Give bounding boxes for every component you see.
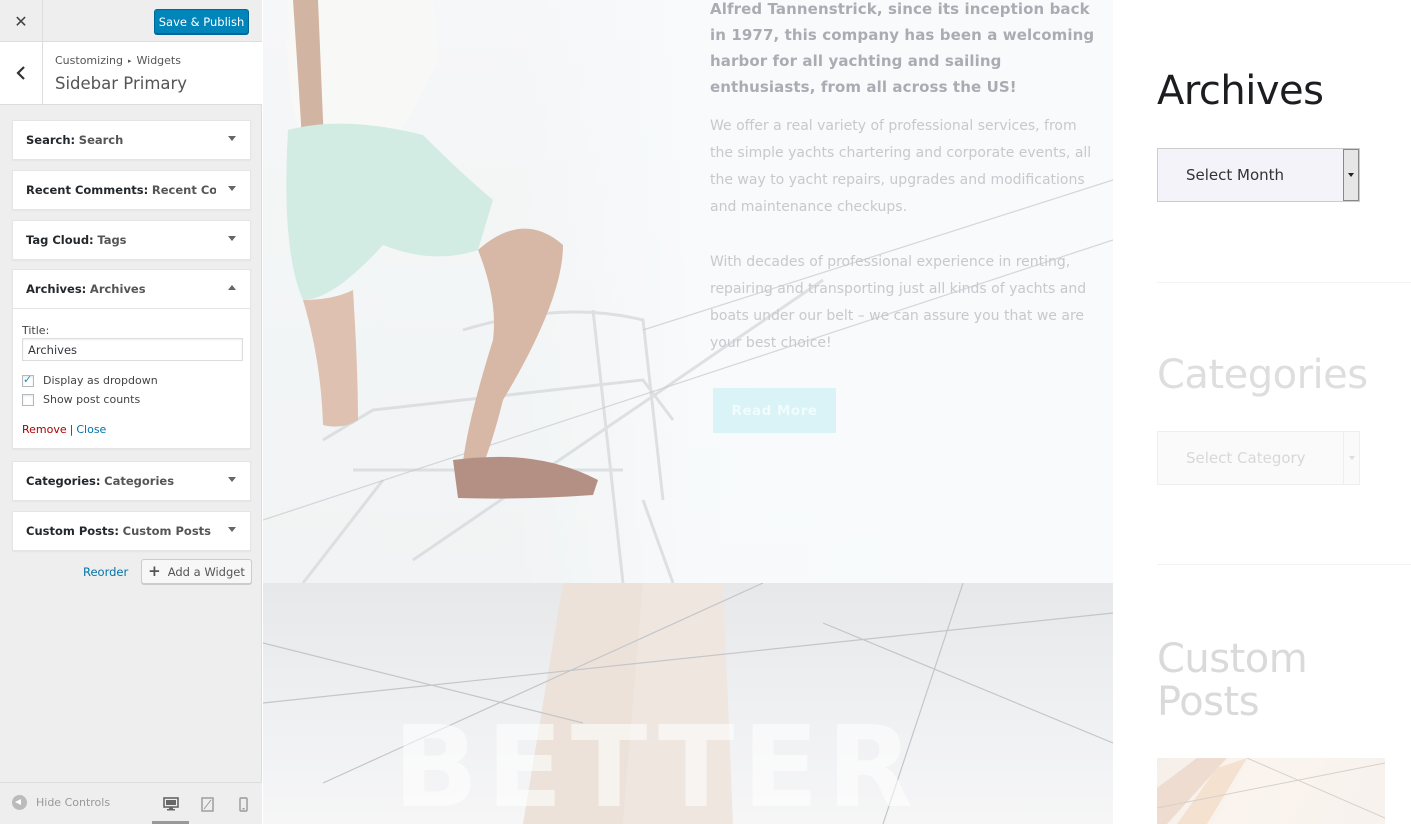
close-link[interactable]: Close — [76, 423, 106, 436]
widget-name: Recent Com... — [151, 183, 216, 197]
plus-icon: + — [148, 562, 161, 580]
categories-heading: Categories — [1157, 352, 1368, 398]
chevron-left-icon — [16, 66, 25, 80]
sidebar-divider — [1157, 564, 1411, 565]
close-customizer-button[interactable]: ✕ — [0, 0, 43, 42]
tablet-preview-button[interactable] — [196, 793, 218, 815]
widget-type: Search: — [26, 133, 76, 147]
widget-name: Tags — [97, 233, 127, 247]
hide-controls-label: Hide Controls — [36, 796, 111, 809]
month-select[interactable]: Select Month — [1157, 148, 1360, 202]
expand-arrow-icon[interactable] — [228, 136, 236, 141]
widget-title: Custom Posts: Custom Posts — [26, 524, 216, 538]
archives-widget-form: Title: Display as dropdown Show post cou… — [13, 308, 250, 449]
widget-type: Recent Comments: — [26, 183, 149, 197]
display-dropdown-row: Display as dropdown — [22, 373, 241, 388]
custom-post-thumbnail[interactable] — [1157, 758, 1385, 824]
desktop-preview-button[interactable] — [160, 793, 182, 815]
widget-header[interactable]: Custom Posts: Custom Posts — [13, 512, 250, 550]
dropdown-arrow-icon — [1343, 432, 1359, 484]
preview-sidebar: Archives Select Month Categories Select … — [1113, 0, 1411, 824]
sail-thumbnail-image — [1157, 758, 1385, 824]
title-input[interactable] — [22, 338, 243, 361]
archives-heading: Archives — [1157, 68, 1324, 114]
show-counts-row: Show post counts — [22, 392, 241, 407]
expand-arrow-icon[interactable] — [228, 527, 236, 532]
add-widget-label: Add a Widget — [167, 564, 245, 579]
hero-text-block: Alfred Tannenstrick, since its inception… — [710, 0, 1100, 357]
tablet-icon — [200, 796, 214, 812]
month-select-value: Select Month — [1186, 166, 1285, 184]
category-select-value: Select Category — [1186, 449, 1306, 467]
widget-title: Recent Comments: Recent Com... — [26, 183, 216, 197]
display-dropdown-label: Display as dropdown — [43, 374, 158, 387]
widget-type: Custom Posts: — [26, 524, 119, 538]
section-header: Customizing ▸ Widgets Sidebar Primary — [0, 42, 262, 105]
hero-paragraph: With decades of professional experience … — [710, 254, 1087, 351]
add-widget-button[interactable]: + Add a Widget — [141, 559, 252, 584]
widget-title: Categories: Categories — [26, 474, 216, 488]
remove-link[interactable]: Remove — [22, 423, 67, 436]
site-preview: Alfred Tannenstrick, since its inception… — [263, 0, 1411, 824]
reorder-link[interactable]: Reorder — [83, 565, 128, 579]
back-button[interactable] — [0, 42, 43, 104]
mobile-preview-button[interactable] — [232, 793, 254, 815]
mobile-icon — [238, 796, 248, 812]
title-label: Title: — [22, 324, 50, 337]
save-publish-button[interactable]: Save & Publish — [154, 9, 249, 34]
read-more-button[interactable]: Read More — [713, 388, 836, 433]
widget-recent-comments: Recent Comments: Recent Com... — [12, 170, 251, 210]
hero-lead-text: Alfred Tannenstrick, since its inception… — [710, 0, 1095, 96]
widget-archives: Archives: Archives Title: Display as dro… — [12, 269, 251, 449]
widget-title: Tag Cloud: Tags — [26, 233, 216, 247]
widget-custom-posts: Custom Posts: Custom Posts — [12, 511, 251, 551]
widget-header[interactable]: Categories: Categories — [13, 462, 250, 500]
widget-type: Categories: — [26, 474, 101, 488]
breadcrumb-separator-icon: ▸ — [127, 57, 132, 65]
widget-header[interactable]: Recent Comments: Recent Com... — [13, 171, 250, 209]
custom-posts-heading: Custom Posts — [1157, 636, 1308, 725]
background-watermark-text: BETTER — [393, 703, 921, 824]
sidebar-divider — [1157, 282, 1411, 283]
widget-name: Archives — [89, 282, 146, 296]
sail-banner-section: BETTER — [263, 583, 1113, 824]
category-select[interactable]: Select Category — [1157, 431, 1360, 485]
close-icon: ✕ — [14, 11, 28, 31]
breadcrumb-parent: Customizing — [55, 54, 123, 67]
widget-header[interactable]: Archives: Archives — [13, 270, 250, 308]
widget-tag-cloud: Tag Cloud: Tags — [12, 220, 251, 260]
breadcrumb-child: Widgets — [136, 54, 181, 67]
collapse-sidebar-icon — [12, 795, 27, 810]
expand-arrow-icon[interactable] — [228, 186, 236, 191]
widget-title: Archives: Archives — [26, 282, 216, 296]
hero-section: Alfred Tannenstrick, since its inception… — [263, 0, 1113, 583]
dropdown-arrow-icon — [1343, 149, 1359, 201]
widget-type: Tag Cloud: — [26, 233, 94, 247]
show-counts-checkbox[interactable] — [22, 393, 34, 406]
expand-arrow-icon[interactable] — [228, 477, 236, 482]
section-title: Sidebar Primary — [55, 74, 188, 93]
display-dropdown-checkbox[interactable] — [22, 373, 34, 387]
widget-name: Categories — [104, 474, 175, 488]
breadcrumb: Customizing ▸ Widgets — [55, 54, 181, 67]
customizer-header: ✕ Save & Publish — [0, 0, 262, 42]
widget-title: Search: Search — [26, 133, 216, 147]
actions-separator: | — [69, 423, 74, 436]
widget-header[interactable]: Search: Search — [13, 121, 250, 159]
hide-controls-button[interactable]: Hide Controls — [12, 795, 110, 810]
hero-paragraph: We offer a real variety of professional … — [710, 118, 1092, 215]
widget-header[interactable]: Tag Cloud: Tags — [13, 221, 250, 259]
desktop-icon — [163, 797, 179, 811]
collapse-arrow-icon[interactable] — [228, 285, 236, 290]
widget-search: Search: Search — [12, 120, 251, 160]
widget-actions: Remove | Close — [22, 423, 241, 436]
show-counts-label: Show post counts — [43, 393, 141, 406]
widget-categories: Categories: Categories — [12, 461, 251, 501]
customizer-footer: Hide Controls — [0, 782, 262, 824]
widget-name: Search — [78, 133, 124, 147]
widget-name: Custom Posts — [122, 524, 212, 538]
expand-arrow-icon[interactable] — [228, 236, 236, 241]
widget-type: Archives: — [26, 282, 87, 296]
customizer-panel: ✕ Save & Publish Customizing ▸ Widgets Sid… — [0, 0, 262, 824]
